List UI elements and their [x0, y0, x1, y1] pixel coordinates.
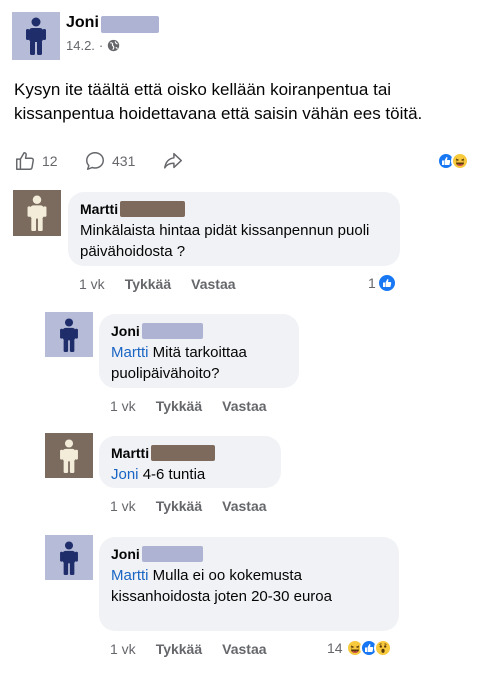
person-icon: [27, 195, 47, 231]
post-date[interactable]: 14.2.: [66, 38, 95, 53]
comment-reply-button[interactable]: Vastaa: [222, 498, 266, 514]
post-text: Kysyn ite täältä että oisko kellään koir…: [14, 80, 423, 123]
comment-actions: 1 vk Tykkää Vastaa: [110, 498, 287, 514]
globe-icon: [108, 39, 120, 52]
comment-reactions[interactable]: 1: [368, 275, 395, 291]
comment-time[interactable]: 1 vk: [79, 276, 105, 292]
avatar-martti[interactable]: [45, 433, 93, 478]
person-icon: [60, 540, 78, 575]
comment-text: Martti Mulla ei oo kokemusta kissanhoido…: [111, 565, 381, 607]
comment-author-row: Martti: [80, 200, 388, 218]
comment-time[interactable]: 1 vk: [110, 398, 136, 414]
mention-link[interactable]: Martti: [111, 344, 149, 361]
comment-time[interactable]: 1 vk: [110, 641, 136, 657]
comment-bubble: Martti Joni 4-6 tuntia: [99, 436, 281, 488]
comment-like-button[interactable]: Tykkää: [156, 498, 202, 514]
comment-text: Joni 4-6 tuntia: [111, 464, 269, 485]
comment-like-button[interactable]: Tykkää: [156, 641, 202, 657]
comment-reply-button[interactable]: Vastaa: [222, 398, 266, 414]
avatar-martti[interactable]: [13, 190, 61, 236]
post-meta: 14.2. ·: [66, 38, 120, 53]
reaction-count: 14: [327, 640, 343, 656]
person-icon: [60, 317, 78, 352]
name-redaction: [141, 546, 203, 562]
post-author-name[interactable]: Joni: [66, 14, 99, 32]
comment-text: Martti Mitä tarkoittaa puolipäivähoito?: [111, 342, 287, 384]
name-redaction: [141, 323, 203, 339]
comment-author-row: Joni: [111, 322, 287, 340]
share-icon: [164, 152, 182, 169]
comment-author-name[interactable]: Martti: [111, 445, 149, 461]
avatar-joni[interactable]: [12, 12, 60, 60]
comment-actions: 1 vk Tykkää Vastaa: [110, 398, 287, 414]
comment-author-row: Martti: [111, 444, 269, 462]
comment-author-row: Joni: [111, 545, 387, 563]
avatar-joni[interactable]: [45, 535, 93, 580]
name-redaction: [120, 201, 186, 217]
like-reaction-icon: [378, 275, 395, 291]
comment-like-button[interactable]: Tykkää: [125, 276, 171, 292]
person-icon: [26, 17, 46, 55]
mention-link[interactable]: Joni: [111, 466, 139, 483]
comment-author-name[interactable]: Joni: [111, 323, 140, 339]
comment-author-name[interactable]: Joni: [111, 546, 140, 562]
comment-time[interactable]: 1 vk: [110, 498, 136, 514]
comment-actions: 1 vk Tykkää Vastaa: [110, 641, 287, 657]
wow-reaction-icon: [373, 639, 392, 657]
comment-like-button[interactable]: Tykkää: [156, 398, 202, 414]
comment-text: Minkälaista hintaa pidät kissanpennun pu…: [80, 222, 370, 260]
comment-author-name[interactable]: Martti: [80, 201, 118, 217]
comment-reply-button[interactable]: Vastaa: [222, 641, 266, 657]
share-button[interactable]: [162, 150, 184, 172]
comment-count: 431: [112, 153, 136, 169]
comment-body: 4-6 tuntia: [142, 466, 206, 483]
comment-reply-button[interactable]: Vastaa: [191, 276, 235, 292]
haha-reaction-icon: [451, 152, 469, 170]
like-count: 12: [42, 153, 58, 169]
comment-bubble: Martti Minkälaista hintaa pidät kissanpe…: [68, 192, 400, 266]
comment-actions: 1 vk Tykkää Vastaa: [79, 276, 256, 292]
post-action-bar: 12 431: [14, 150, 469, 174]
post-reactions[interactable]: [437, 152, 469, 170]
comment-reactions[interactable]: 14: [327, 639, 392, 657]
name-redaction: [151, 445, 216, 461]
avatar-joni[interactable]: [45, 312, 93, 357]
comment-button[interactable]: 431: [84, 150, 135, 172]
comment-bubble: Joni Martti Mulla ei oo kokemusta kissan…: [99, 537, 399, 631]
name-redaction: [101, 16, 159, 33]
mention-link[interactable]: Martti: [111, 567, 149, 584]
like-button[interactable]: 12: [14, 150, 58, 172]
person-icon: [60, 438, 78, 473]
comment-bubble: Joni Martti Mitä tarkoittaa puolipäiväho…: [99, 314, 299, 388]
reaction-count: 1: [368, 275, 376, 291]
thumbs-up-icon: [16, 152, 34, 170]
meta-separator: ·: [98, 38, 104, 53]
comment-icon: [86, 152, 104, 170]
